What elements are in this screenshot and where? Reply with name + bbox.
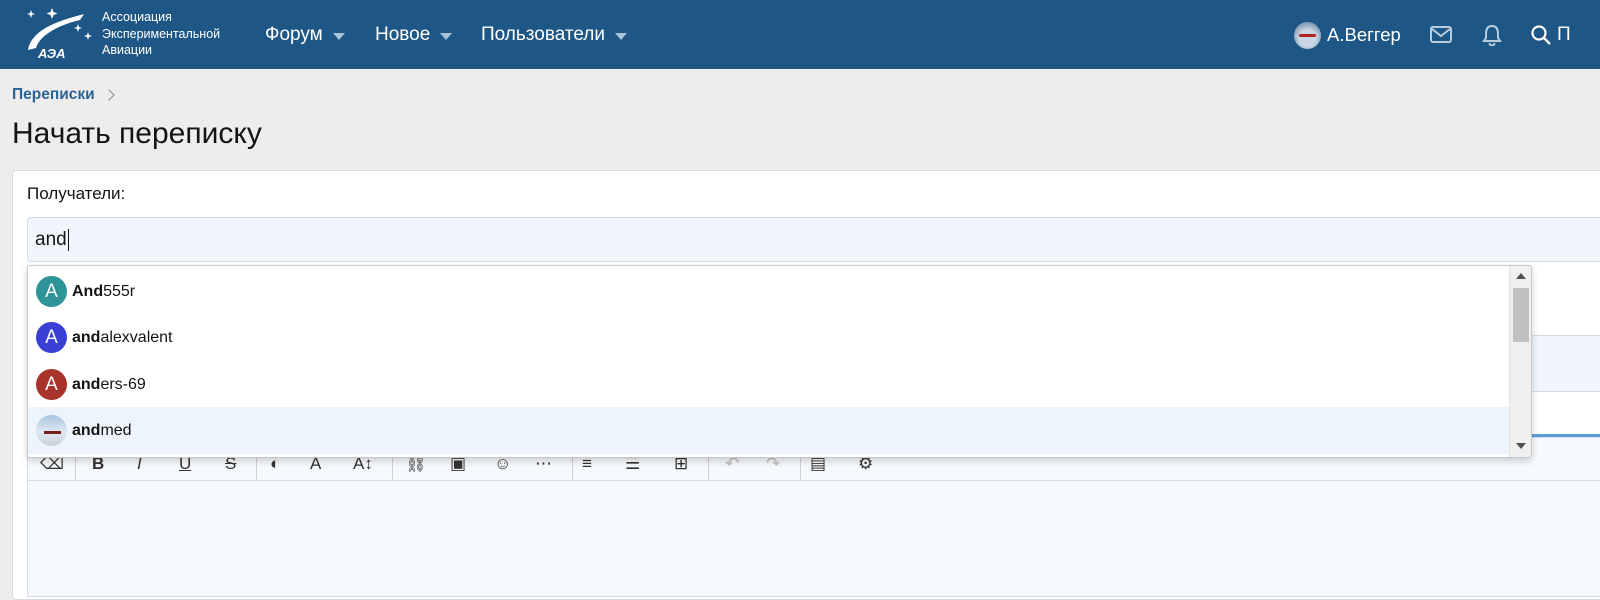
recipient-autocomplete-dropdown: A And 555r A and alexvalent A and ers-69 an… bbox=[27, 265, 1532, 458]
dropdown-scrollbar[interactable] bbox=[1509, 266, 1531, 457]
account-menu[interactable]: А.Веггер bbox=[1294, 21, 1401, 49]
recipients-label: Получатели: bbox=[27, 184, 126, 203]
nav-users-label: Пользователи bbox=[481, 24, 606, 45]
breadcrumb-conversations[interactable]: Переписки bbox=[12, 86, 95, 104]
avatar-letter: A bbox=[45, 280, 58, 302]
scrollbar-thumb[interactable] bbox=[1513, 288, 1529, 342]
autocomplete-option[interactable]: A and alexvalent bbox=[28, 314, 1509, 361]
alerts-button[interactable] bbox=[1480, 24, 1504, 47]
avatar: A bbox=[36, 276, 67, 307]
avatar-letter: A bbox=[45, 373, 58, 395]
nav-users[interactable]: Пользователи bbox=[481, 22, 628, 48]
site-name: Ассоциация Экспериментальной Авиации bbox=[102, 9, 220, 59]
scroll-down-arrow-icon[interactable] bbox=[1516, 443, 1526, 449]
option-rest: ers-69 bbox=[100, 375, 146, 393]
option-match: and bbox=[72, 421, 101, 439]
search-icon bbox=[1531, 25, 1551, 45]
chevron-right-icon bbox=[102, 89, 115, 101]
nav-forum[interactable]: Форум bbox=[265, 22, 345, 48]
envelope-icon bbox=[1430, 26, 1452, 43]
option-rest: 555r bbox=[103, 282, 136, 300]
avatar: A bbox=[36, 322, 67, 353]
bell-icon bbox=[1482, 24, 1502, 47]
option-match: and bbox=[72, 328, 101, 346]
nav-forum-label: Форум bbox=[265, 24, 323, 45]
chevron-down-icon bbox=[332, 32, 345, 40]
account-username: А.Веггер bbox=[1327, 24, 1401, 45]
option-rest: med bbox=[100, 421, 132, 439]
inbox-button[interactable] bbox=[1429, 24, 1453, 46]
avatar-letter: A bbox=[45, 326, 58, 348]
recipients-input[interactable]: and bbox=[27, 217, 1600, 262]
search-label: П bbox=[1557, 24, 1571, 45]
top-navigation-bar: АЭА Ассоциация Экспериментальной Авиации… bbox=[0, 0, 1600, 69]
autocomplete-option[interactable]: A and ers-69 bbox=[28, 361, 1509, 408]
chevron-down-icon bbox=[440, 32, 453, 40]
chevron-down-icon bbox=[615, 32, 628, 40]
scroll-up-arrow-icon[interactable] bbox=[1516, 273, 1526, 279]
avatar bbox=[1294, 21, 1321, 49]
site-name-line: Ассоциация bbox=[102, 10, 172, 24]
nav-new-label: Новое bbox=[375, 24, 431, 45]
search-button[interactable]: П bbox=[1530, 24, 1600, 46]
option-match: and bbox=[72, 375, 101, 393]
site-name-line: Экспериментальной bbox=[102, 26, 221, 41]
recipients-input-value: and bbox=[35, 228, 67, 250]
avatar bbox=[36, 415, 67, 446]
page-title: Начать переписку bbox=[12, 117, 262, 150]
option-match: And bbox=[72, 282, 104, 300]
site-name-line: Авиации bbox=[102, 43, 153, 57]
svg-text:АЭА: АЭА bbox=[37, 46, 65, 61]
avatar: A bbox=[36, 369, 67, 400]
text-cursor bbox=[67, 228, 69, 251]
option-rest: alexvalent bbox=[100, 328, 173, 346]
autocomplete-option[interactable]: A And 555r bbox=[28, 268, 1509, 315]
breadcrumb[interactable]: Переписки bbox=[12, 86, 115, 104]
logo-mark-icon: АЭА bbox=[27, 8, 92, 61]
autocomplete-option-highlighted[interactable]: and med bbox=[28, 407, 1509, 454]
nav-new[interactable]: Новое bbox=[375, 22, 453, 48]
site-logo[interactable]: АЭА Ассоциация Экспериментальной Авиации bbox=[22, 6, 242, 62]
